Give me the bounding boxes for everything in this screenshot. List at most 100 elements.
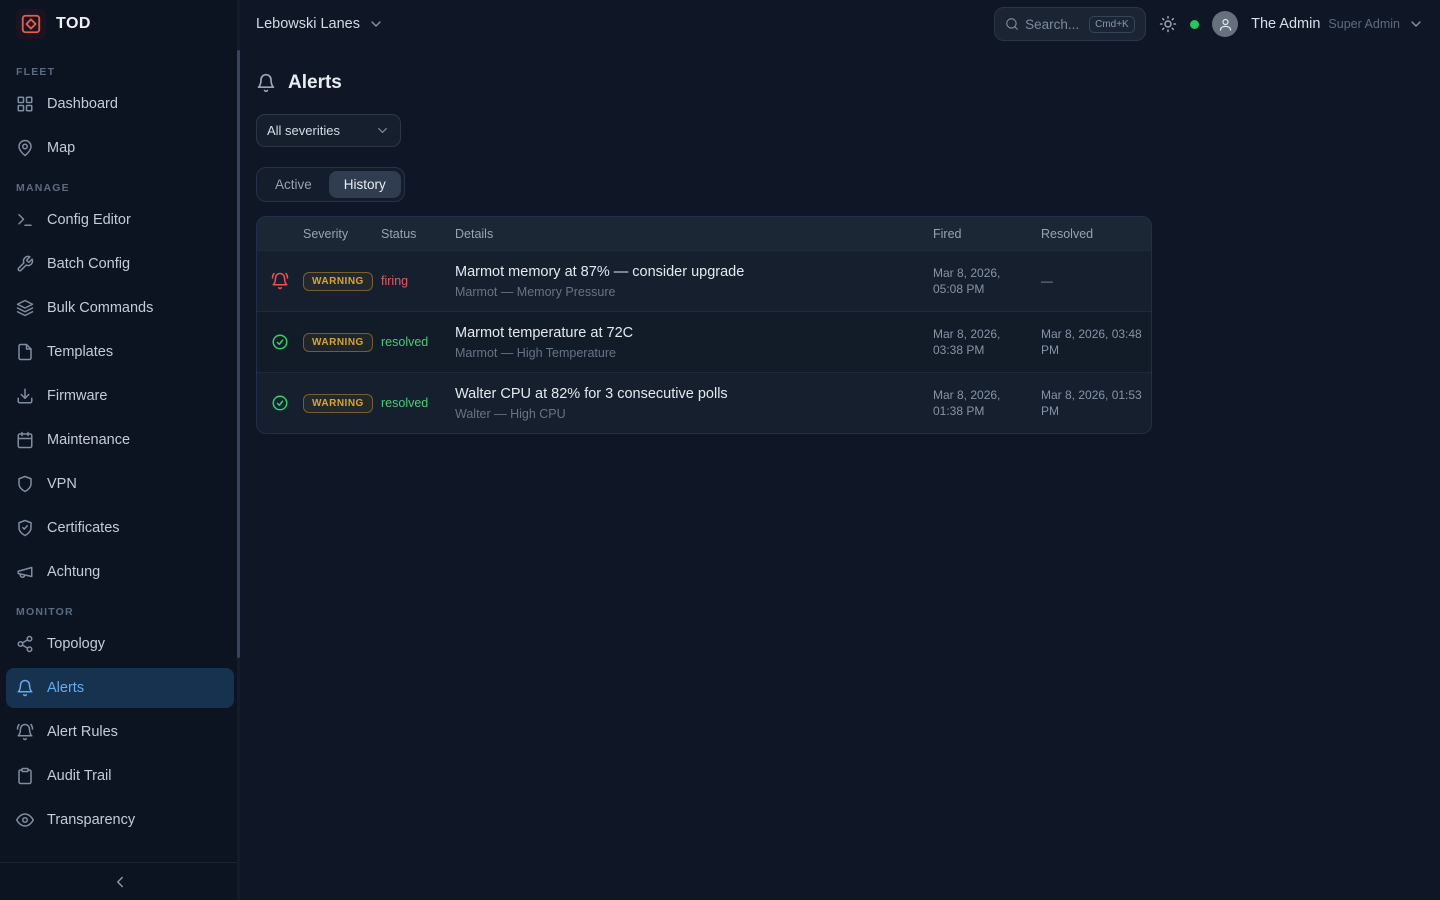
table-row[interactable]: WARNINGresolvedMarmot temperature at 72C…: [257, 311, 1151, 372]
sidebar-item-label: Certificates: [47, 520, 120, 536]
column-header-fired: Fired: [933, 227, 1041, 241]
org-name: Lebowski Lanes: [256, 16, 360, 32]
search-input[interactable]: [1025, 17, 1083, 32]
table-row[interactable]: WARNING firing Marmot memory at 87% — cons…: [257, 250, 1151, 311]
page-header: Alerts: [256, 72, 1424, 94]
topology-icon: [16, 635, 34, 653]
sidebar-item-map[interactable]: Map: [6, 128, 234, 168]
sidebar-item-templates[interactable]: Templates: [6, 332, 234, 372]
sidebar-item-label: Maintenance: [47, 432, 130, 448]
sidebar-item-dashboard[interactable]: Dashboard: [6, 84, 234, 124]
check-circle-icon: [271, 333, 289, 351]
table-row[interactable]: WARNING resolved Walter CPU at 82% for 3 c…: [257, 372, 1151, 433]
sidebar-item-topology[interactable]: Topology: [6, 624, 234, 664]
sidebar-item-alerts[interactable]: Alerts: [6, 668, 234, 708]
topbar-right: Cmd+K The Admin Super Admin: [994, 7, 1424, 41]
eye-icon: [16, 811, 34, 829]
theme-toggle-button[interactable]: [1159, 15, 1177, 33]
user-role: Super Admin: [1328, 17, 1400, 31]
sidebar-section-label-manage: MANAGE: [6, 182, 234, 194]
sidebar-item-audit-trail[interactable]: Audit Trail: [6, 756, 234, 796]
table-header-row: SeverityStatusDetailsFiredResolved: [257, 217, 1151, 250]
column-header-status: Status: [381, 227, 455, 241]
sidebar-scrollbar-thumb[interactable]: [237, 50, 240, 658]
file-icon: [16, 343, 34, 361]
sidebar-item-firmware[interactable]: Firmware: [6, 376, 234, 416]
sidebar-item-config-editor[interactable]: Config Editor: [6, 200, 234, 240]
download-icon: [16, 387, 34, 405]
user-menu[interactable]: The Admin Super Admin: [1251, 16, 1424, 32]
sidebar-section-label-fleet: FLEET: [6, 66, 234, 78]
sidebar-item-label: Audit Trail: [47, 768, 111, 784]
status-text: resolved: [381, 335, 428, 349]
dashboard-icon: [16, 95, 34, 113]
clipboard-icon: [16, 767, 34, 785]
terminal-icon: [16, 211, 34, 229]
sidebar-item-achtung[interactable]: Achtung: [6, 552, 234, 592]
sidebar-item-label: Firmware: [47, 388, 107, 404]
org-selector[interactable]: Lebowski Lanes: [256, 16, 384, 32]
sidebar-item-transparency[interactable]: Transparency: [6, 800, 234, 840]
alert-title: Marmot memory at 87% — consider upgrade: [455, 264, 917, 280]
sidebar-item-label: Transparency: [47, 812, 135, 828]
alert-subtitle: Marmot — Memory Pressure: [455, 285, 917, 299]
status-text: firing: [381, 274, 408, 288]
alert-subtitle: Marmot — High Temperature: [455, 346, 917, 360]
bell-ring-icon: [271, 272, 289, 290]
tab-active[interactable]: Active: [260, 171, 327, 198]
shield-check-icon: [16, 519, 34, 537]
status-text: resolved: [381, 396, 428, 410]
sidebar-item-label: Batch Config: [47, 256, 130, 272]
tab-history[interactable]: History: [329, 171, 401, 198]
sidebar-item-maintenance[interactable]: Maintenance: [6, 420, 234, 460]
fired-time: Mar 8, 2026, 01:38 PM: [933, 387, 1041, 419]
map-pin-icon: [16, 139, 34, 157]
sidebar-section-label-monitor: MONITOR: [6, 606, 234, 618]
wrench-icon: [16, 255, 34, 273]
severity-badge: WARNING: [303, 333, 373, 352]
sidebar-item-label: Alerts: [47, 680, 84, 696]
sidebar-item-label: Templates: [47, 344, 113, 360]
chevron-down-icon: [1408, 16, 1424, 32]
alerts-table: SeverityStatusDetailsFiredResolvedWARNIN…: [256, 216, 1152, 434]
resolved-time: Mar 8, 2026, 03:48 PM: [1041, 326, 1152, 358]
page-title: Alerts: [288, 72, 342, 94]
chevron-left-icon: [111, 873, 129, 891]
severity-badge: WARNING: [303, 272, 373, 291]
avatar[interactable]: [1212, 11, 1238, 37]
sidebar-item-label: Dashboard: [47, 96, 118, 112]
sidebar-item-label: VPN: [47, 476, 77, 492]
sidebar-item-label: Bulk Commands: [47, 300, 153, 316]
alert-title: Walter CPU at 82% for 3 consecutive poll…: [455, 386, 917, 402]
sidebar-item-certificates[interactable]: Certificates: [6, 508, 234, 548]
sidebar-footer: [0, 862, 240, 900]
brand-name: TOD: [56, 15, 91, 33]
calendar-icon: [16, 431, 34, 449]
search-icon: [1005, 17, 1019, 31]
search-box[interactable]: Cmd+K: [994, 7, 1146, 41]
brand-logo-icon: [16, 9, 46, 39]
megaphone-icon: [16, 563, 34, 581]
search-shortcut-kbd: Cmd+K: [1089, 16, 1135, 33]
user-name: The Admin: [1251, 16, 1320, 32]
alert-subtitle: Walter — High CPU: [455, 407, 917, 421]
alerts-tabs: Active History: [256, 167, 405, 202]
severity-filter-value: All severities: [267, 123, 340, 138]
sidebar-item-vpn[interactable]: VPN: [6, 464, 234, 504]
severity-filter-select[interactable]: All severities: [256, 114, 401, 147]
online-status-dot: [1190, 20, 1199, 29]
bell-icon: [256, 73, 276, 93]
layers-icon: [16, 299, 34, 317]
topbar: Lebowski Lanes Cmd+K: [240, 0, 1440, 48]
bell-icon: [16, 679, 34, 697]
fired-time: Mar 8, 2026, 05:08 PM: [933, 265, 1041, 297]
sidebar-item-alert-rules[interactable]: Alert Rules: [6, 712, 234, 752]
sidebar-item-bulk-commands[interactable]: Bulk Commands: [6, 288, 234, 328]
sidebar-collapse-button[interactable]: [111, 873, 129, 891]
column-header-details: Details: [455, 227, 933, 241]
sidebar-item-label: Topology: [47, 636, 105, 652]
sidebar-item-batch-config[interactable]: Batch Config: [6, 244, 234, 284]
chevron-down-icon: [368, 16, 384, 32]
sidebar-item-label: Config Editor: [47, 212, 131, 228]
severity-badge: WARNING: [303, 394, 373, 413]
